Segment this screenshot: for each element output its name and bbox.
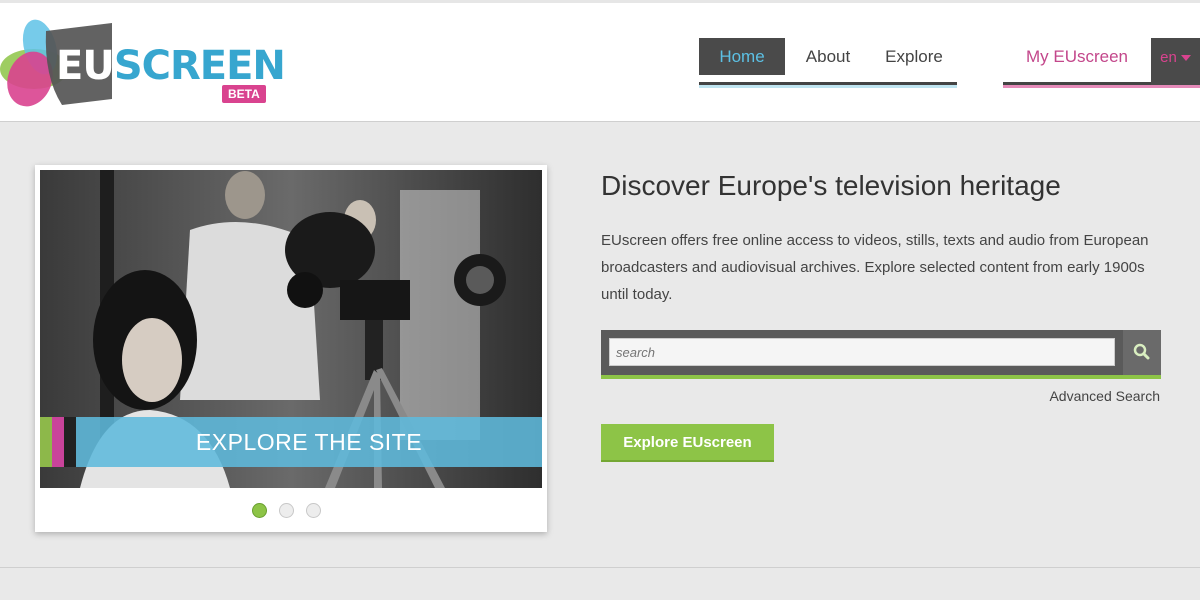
slideshow-card: EXPLORE THE SITE	[35, 165, 547, 532]
nav-explore[interactable]: Explore	[871, 38, 957, 75]
logo-wordmark: EUSCREEN	[56, 43, 286, 89]
main-nav: Home About Explore	[699, 38, 957, 88]
logo-eu: EU	[56, 43, 115, 89]
euscreen-logo[interactable]: EUSCREEN BETA	[0, 17, 286, 109]
slide-dot-1[interactable]	[252, 503, 267, 518]
chevron-down-icon	[1180, 55, 1191, 62]
explore-banner[interactable]: EXPLORE THE SITE	[40, 417, 542, 467]
hero-title: Discover Europe's television heritage	[601, 170, 1061, 201]
language-selector[interactable]: en	[1151, 38, 1200, 85]
nav-about[interactable]: About	[785, 38, 871, 75]
search-icon	[1133, 343, 1150, 360]
my-euscreen-link[interactable]: My EUscreen	[1003, 38, 1151, 75]
explore-euscreen-button[interactable]: Explore EUscreen	[601, 424, 774, 462]
site-header: EUSCREEN BETA Home About Explore My EUsc…	[0, 0, 1200, 122]
search-input[interactable]	[609, 338, 1115, 366]
slide-dot-2[interactable]	[279, 503, 294, 518]
language-code: en	[1160, 49, 1177, 66]
banner-stripe-green	[40, 417, 52, 467]
logo-screen: SCREEN	[113, 43, 286, 89]
footer-divider	[0, 567, 1200, 568]
slide-photo[interactable]: EXPLORE THE SITE	[40, 170, 542, 488]
advanced-search-link[interactable]: Advanced Search	[1000, 388, 1160, 404]
slide-dot-3[interactable]	[306, 503, 321, 518]
banner-stripe-pink	[52, 417, 64, 467]
beta-badge: BETA	[222, 85, 266, 103]
search-bar	[601, 330, 1161, 379]
hero-description: EUscreen offers free online access to vi…	[601, 232, 1149, 303]
my-euscreen-nav: My EUscreen	[1003, 38, 1200, 88]
search-button[interactable]	[1123, 330, 1161, 375]
banner-stripe-dark	[64, 417, 76, 467]
banner-text: EXPLORE THE SITE	[76, 417, 542, 467]
nav-home[interactable]: Home	[699, 38, 785, 75]
